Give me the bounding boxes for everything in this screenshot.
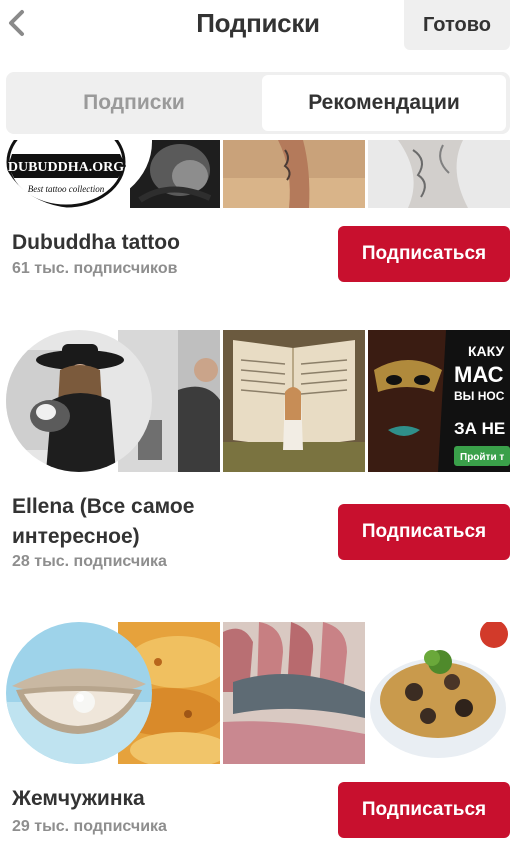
board-card: DUBUDDHA.ORG Best tattoo collection Dubu… — [0, 140, 516, 290]
follower-count: 61 тыс. подписчиков — [12, 260, 178, 277]
board-cover-image — [6, 330, 152, 472]
follower-count: 29 тыс. подписчика — [12, 818, 167, 835]
board-image — [223, 622, 365, 764]
svg-text:ЗА НЕ: ЗА НЕ — [454, 419, 505, 438]
board-image — [223, 330, 365, 472]
tab-subscriptions[interactable]: Подписки — [10, 75, 258, 131]
board-name: Dubuddha tattoo — [12, 231, 180, 254]
board-name: Жемчужинка — [12, 787, 145, 810]
done-button[interactable]: Готово — [404, 0, 510, 50]
segmented-control: Подписки Рекомендации — [6, 72, 510, 134]
svg-text:МАС: МАС — [454, 362, 504, 387]
top-bar: Подписки Готово — [0, 0, 516, 56]
board-collage[interactable] — [0, 622, 516, 764]
board-image — [368, 622, 510, 764]
board-image — [368, 140, 510, 208]
svg-text:Best tattoo collection: Best tattoo collection — [28, 184, 105, 194]
board-collage[interactable]: DUBUDDHA.ORG Best tattoo collection — [0, 140, 516, 208]
follow-button[interactable]: Подписаться — [338, 226, 510, 282]
svg-text:Пройти т: Пройти т — [460, 452, 504, 463]
board-card: Жемчужинка 29 тыс. подписчика Подписатьс… — [0, 622, 516, 862]
tab-recommendations[interactable]: Рекомендации — [262, 75, 506, 131]
board-image — [223, 140, 365, 208]
board-collage[interactable]: КАКУ МАС ВЫ НОС ЗА НЕ Пройти т — [0, 330, 516, 472]
follow-button[interactable]: Подписаться — [338, 504, 510, 560]
board-card: КАКУ МАС ВЫ НОС ЗА НЕ Пройти т Ellena (В… — [0, 330, 516, 575]
follow-button[interactable]: Подписаться — [338, 782, 510, 838]
board-cover-image — [6, 622, 152, 764]
svg-text:КАКУ: КАКУ — [468, 343, 505, 359]
follower-count: 28 тыс. подписчика — [12, 553, 167, 570]
svg-text:DUBUDDHA.ORG: DUBUDDHA.ORG — [8, 160, 124, 175]
svg-text:ВЫ НОС: ВЫ НОС — [454, 389, 505, 403]
board-ad-image: КАКУ МАС ВЫ НОС ЗА НЕ Пройти т — [368, 330, 510, 472]
board-name: Ellena (Все самое интересное) — [12, 495, 195, 548]
